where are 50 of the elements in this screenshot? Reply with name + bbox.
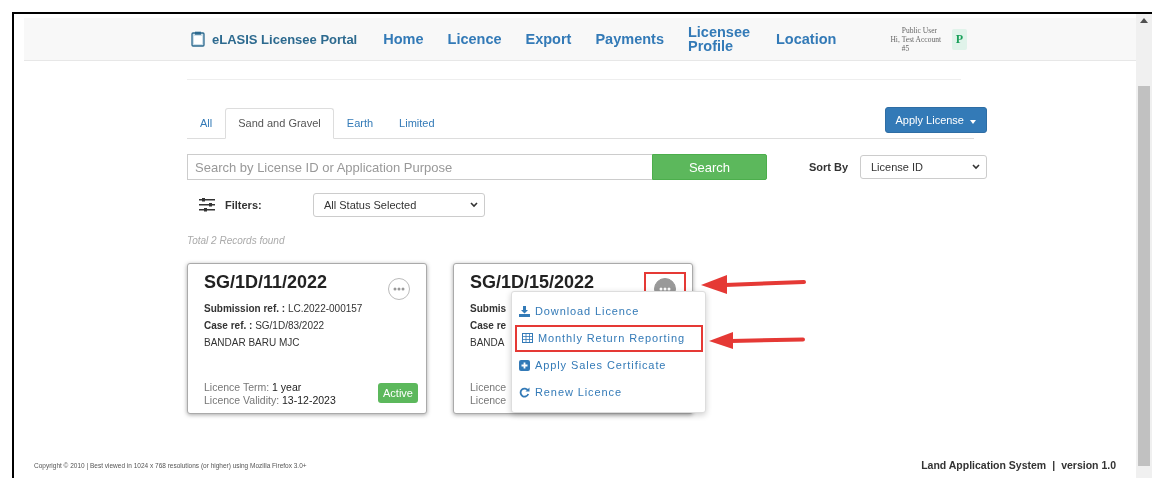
download-icon xyxy=(519,305,530,317)
sort-label: Sort By xyxy=(808,161,848,173)
nav-link[interactable]: Export xyxy=(525,32,572,46)
card-field: Case re xyxy=(470,320,507,331)
clipboard-icon xyxy=(190,31,206,47)
card-field: Submis xyxy=(470,303,507,314)
tab[interactable]: All xyxy=(187,108,226,139)
chevron-down-icon xyxy=(972,164,980,170)
location-text: BANDAR BARU MJC xyxy=(204,337,300,348)
licence-id: SG/1D/15/2022 xyxy=(470,272,595,293)
avatar[interactable]: P xyxy=(951,28,968,50)
licence-id: SG/1D/11/2022 xyxy=(204,272,328,293)
nav-link[interactable]: Licence xyxy=(447,32,502,46)
more-button[interactable] xyxy=(388,278,410,300)
nav-link[interactable]: Payments xyxy=(595,32,664,46)
sliders-icon xyxy=(199,198,215,212)
licence-term: Licence Term: 1 year Licence Validity: 13-12-2023 xyxy=(204,381,336,407)
card-field: Submission ref. : LC.2022-000157 xyxy=(204,303,363,314)
card-field: Case ref. : SG/1D/83/2022 xyxy=(204,320,325,331)
menu-item[interactable]: Renew Licence xyxy=(512,379,705,406)
refresh-icon xyxy=(519,386,530,398)
chevron-down-icon xyxy=(470,202,478,208)
menu-item[interactable]: Download Licence xyxy=(512,298,705,325)
search-field[interactable]: Search by License ID or Application Purpose xyxy=(187,154,652,180)
separator: | xyxy=(1052,459,1056,471)
apply-license-button[interactable]: Apply License xyxy=(884,107,987,133)
tab[interactable]: Limited xyxy=(386,108,448,139)
nav-link[interactable]: Licensee Profile xyxy=(687,25,752,53)
system-name: Land Application System xyxy=(921,459,1047,471)
status-select[interactable]: All Status Selected xyxy=(313,193,485,217)
table-icon xyxy=(522,333,533,343)
records-count: Total 2 Records found xyxy=(187,235,286,246)
caret-icon xyxy=(970,119,976,124)
plus-icon xyxy=(519,359,530,371)
search-button[interactable]: Search xyxy=(652,154,767,180)
menu-item[interactable]: Apply Sales Certificate xyxy=(512,352,705,379)
scrollbar[interactable] xyxy=(1136,14,1152,478)
nav-link[interactable]: Location xyxy=(775,32,837,46)
dots-icon xyxy=(393,287,405,291)
nav-link[interactable]: Home xyxy=(383,32,424,46)
version-text: version 1.0 xyxy=(1061,459,1116,471)
menu-item[interactable]: Monthly Return Reporting xyxy=(515,325,703,352)
licence-term: Licence Licence xyxy=(470,381,507,407)
filters-label: Filters: xyxy=(225,199,263,211)
location-text: BANDA xyxy=(470,337,505,348)
sort-select[interactable]: License ID xyxy=(860,155,987,179)
tab[interactable]: Sand and Gravel xyxy=(225,108,334,139)
brand-name[interactable]: eLASIS Licensee Portal xyxy=(212,31,358,47)
status-badge: Active xyxy=(378,383,418,403)
tab[interactable]: Earth xyxy=(333,108,387,139)
